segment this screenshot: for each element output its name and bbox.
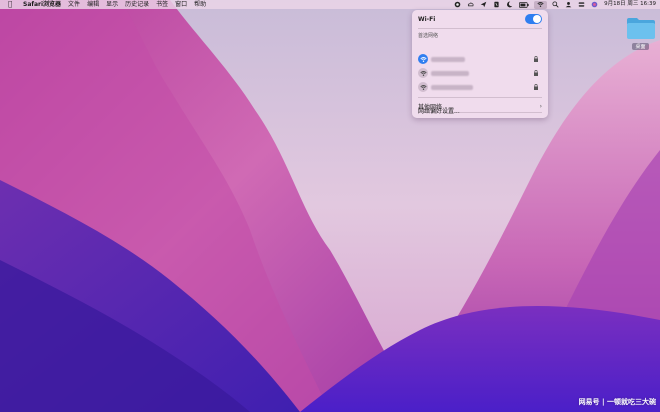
control-center-icon[interactable] [577,1,586,9]
menu-bookmarks[interactable]: 书签 [156,0,168,9]
user-icon[interactable] [564,1,573,9]
menu-history[interactable]: 历史记录 [125,0,149,9]
send-icon[interactable] [479,1,488,9]
watermark: 网易号 | 一顿就吃三大碗 [578,398,656,406]
wifi-header: Wi-Fi [418,14,542,24]
network-name-redacted [431,70,469,76]
preferred-networks-label: 首选网络 [418,33,439,39]
network-row[interactable] [416,81,544,93]
menu-status-area: 9月18日 周三 16:39 [449,0,656,9]
search-icon[interactable] [551,1,560,9]
cut-icon[interactable] [492,1,501,9]
menu-left:  Safari浏览器 文件 编辑 显示 历史记录 书签 窗口 帮助 [0,0,206,9]
wifi-connected-icon [418,54,428,64]
divider [418,28,542,29]
menu-window[interactable]: 窗口 [175,0,187,9]
battery-icon[interactable] [518,1,530,9]
network-name-redacted [431,84,473,90]
folder-icon [626,18,655,39]
wifi-icon[interactable] [534,0,548,9]
divider [418,97,542,98]
cloud-icon[interactable] [466,1,475,9]
wifi-panel: Wi-Fi 首选网络 其他网络 › 网络偏好设置... [412,10,548,118]
chevron-right-icon: › [539,102,542,110]
menu-clock[interactable]: 9月18日 周三 16:39 [604,0,656,9]
desktop:  Safari浏览器 文件 编辑 显示 历史记录 书签 窗口 帮助 [0,0,660,412]
folder-label: 桌面 [632,43,649,50]
network-name-redacted [431,56,465,62]
lock-icon [534,70,538,76]
wifi-toggle[interactable] [525,14,542,24]
network-row[interactable] [416,53,544,65]
network-row[interactable] [416,67,544,79]
wallpaper [0,0,660,412]
moon-icon[interactable] [505,1,514,9]
apple-logo-icon[interactable]:  [8,0,16,9]
wifi-title: Wi-Fi [418,15,436,23]
menu-edit[interactable]: 编辑 [87,0,99,9]
siri-icon[interactable] [590,1,599,9]
wifi-signal-icon [418,68,428,78]
toggle-knob [533,15,541,23]
menu-file[interactable]: 文件 [68,0,80,9]
lock-icon [534,84,538,90]
menu-help[interactable]: 帮助 [194,0,206,9]
wifi-signal-icon [418,82,428,92]
lock-icon [534,56,538,62]
app-icon-1[interactable] [453,1,462,9]
menu-app-name[interactable]: Safari浏览器 [23,0,61,9]
menu-bar:  Safari浏览器 文件 编辑 显示 历史记录 书签 窗口 帮助 [0,0,660,9]
desktop-folder[interactable]: 桌面 [625,16,656,58]
menu-view[interactable]: 显示 [106,0,118,9]
network-preferences-link[interactable]: 网络偏好设置... [418,106,460,116]
